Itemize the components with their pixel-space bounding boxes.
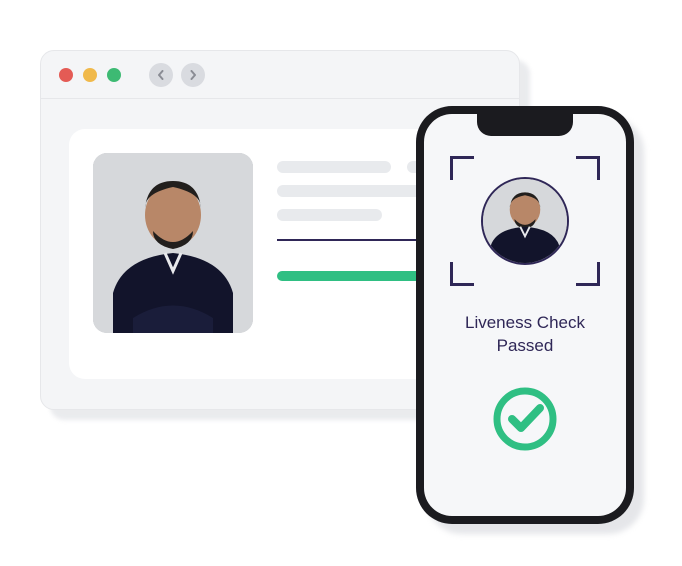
window-controls (59, 68, 121, 82)
phone-frame: Liveness Check Passed (416, 106, 634, 524)
minimize-icon[interactable] (83, 68, 97, 82)
id-photo (93, 153, 253, 333)
scan-corner-icon (450, 262, 474, 286)
maximize-icon[interactable] (107, 68, 121, 82)
chevron-left-icon (156, 70, 166, 80)
phone-notch (477, 114, 573, 136)
phone-screen: Liveness Check Passed (424, 114, 626, 516)
scan-corner-icon (450, 156, 474, 180)
scan-corner-icon (576, 156, 600, 180)
placeholder-line (277, 185, 429, 197)
browser-titlebar (41, 51, 519, 99)
placeholder-line (277, 209, 382, 221)
chevron-right-icon (188, 70, 198, 80)
close-icon[interactable] (59, 68, 73, 82)
forward-button[interactable] (181, 63, 205, 87)
face-scan-frame (450, 156, 600, 286)
success-check-icon (490, 384, 560, 454)
nav-arrows (149, 63, 205, 87)
liveness-status-text: Liveness Check Passed (424, 312, 626, 358)
scan-corner-icon (576, 262, 600, 286)
back-button[interactable] (149, 63, 173, 87)
scanned-face-avatar (481, 177, 569, 265)
placeholder-line (277, 161, 391, 173)
